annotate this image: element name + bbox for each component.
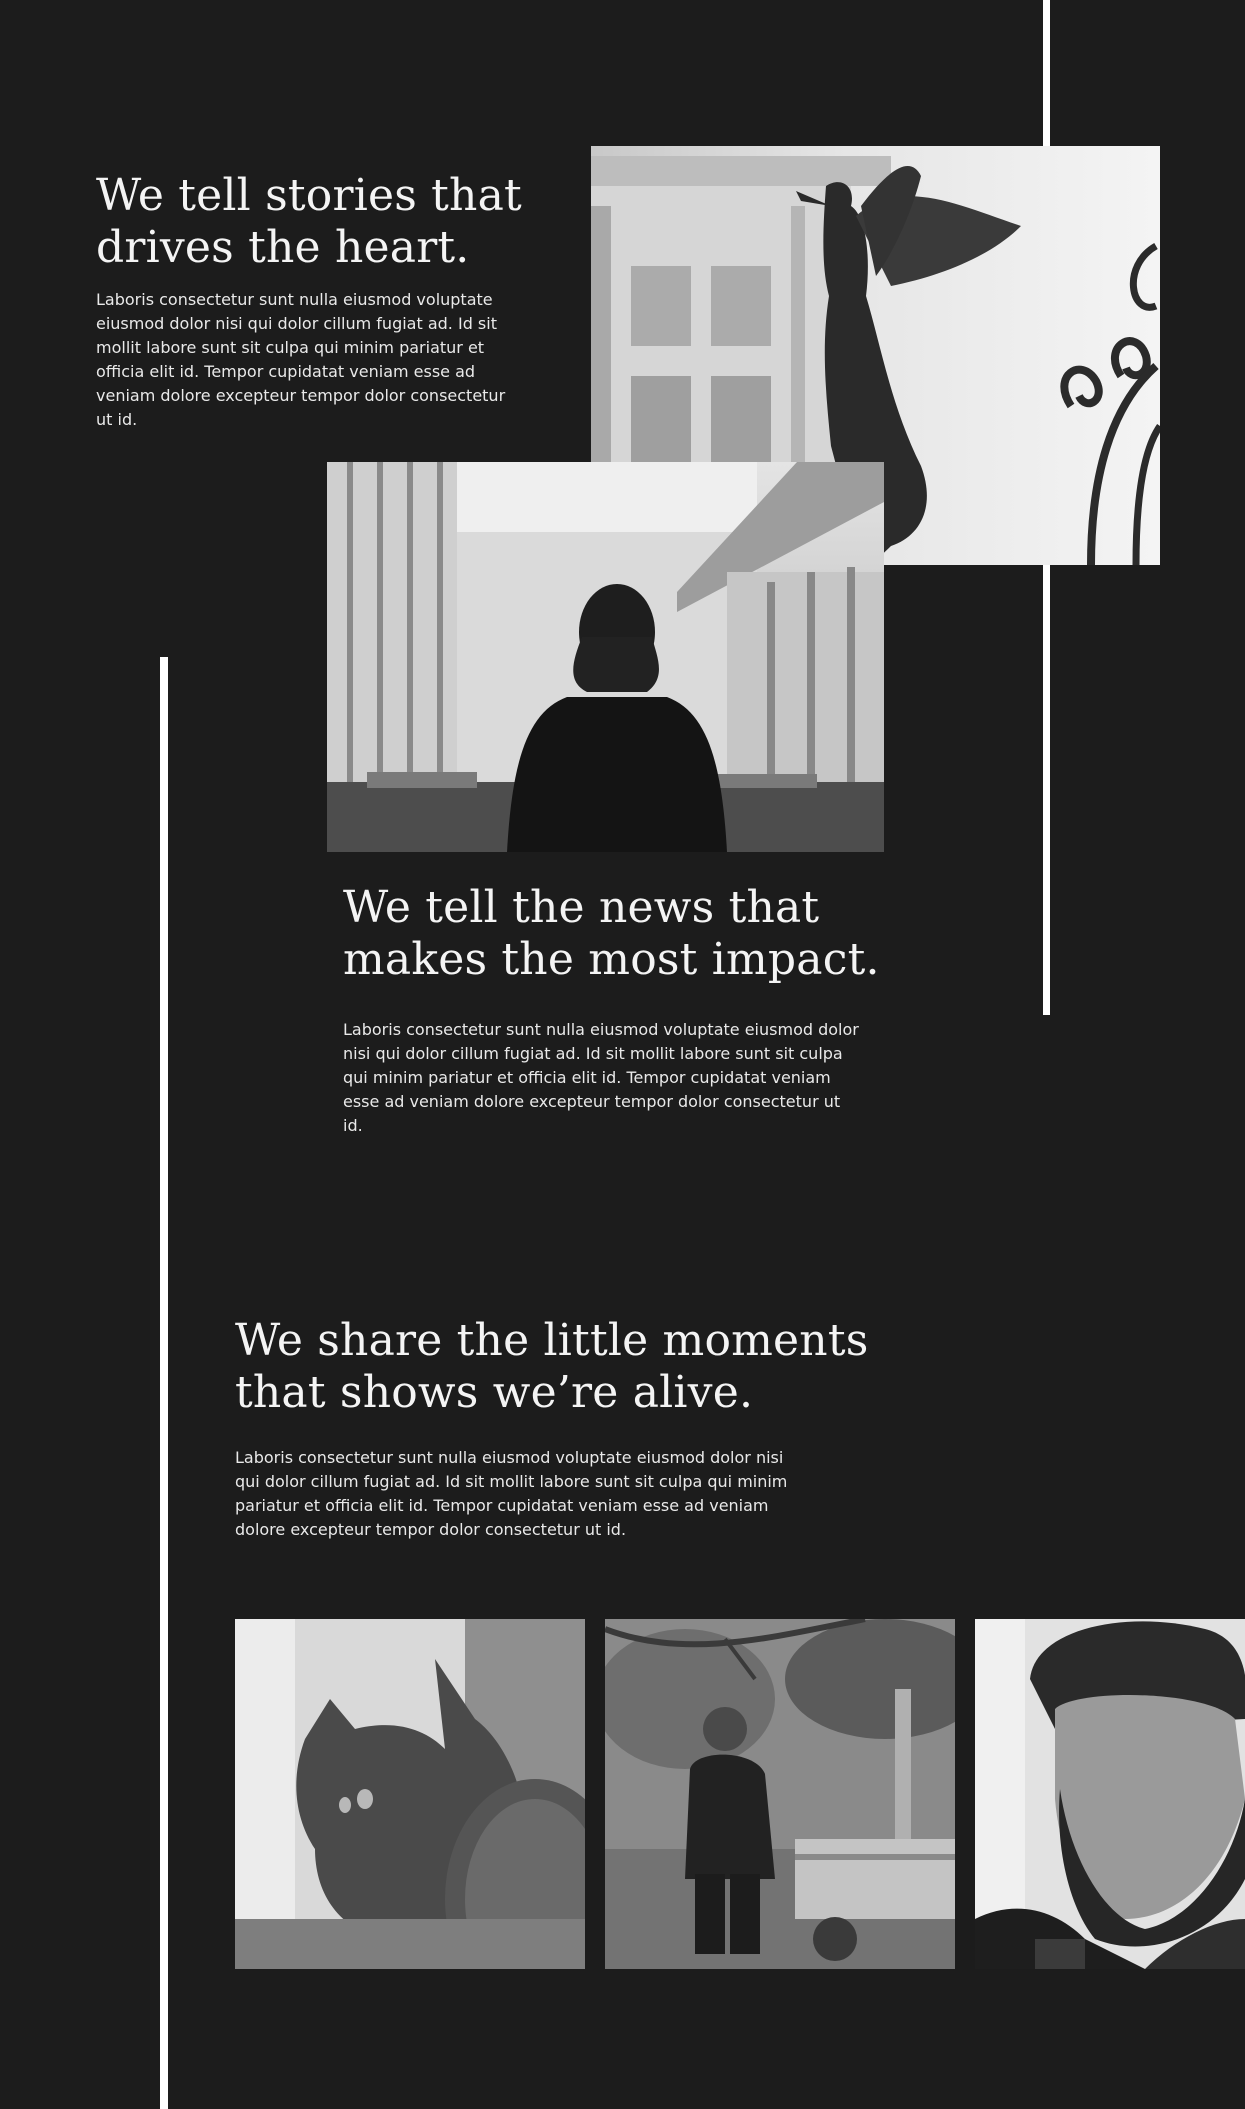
section-1-body: Laboris consectetur sunt nulla eiusmod v… [96, 290, 506, 429]
section-1-heading: We tell stories that drives the heart. [96, 170, 522, 273]
section-3-heading: We share the little moments that shows w… [235, 1315, 869, 1418]
section-2-body: Laboris consectetur sunt nulla eiusmod v… [343, 1020, 859, 1135]
section-2-heading: We tell the news that makes the most imp… [343, 882, 880, 985]
cat-image [235, 1619, 585, 1969]
person-in-hall-image [327, 462, 884, 852]
child-with-cart-image [605, 1619, 955, 1969]
section-3-body: Laboris consectetur sunt nulla eiusmod v… [235, 1448, 788, 1539]
bearded-man-image [975, 1619, 1245, 1969]
vertical-line-left [160, 657, 168, 2109]
